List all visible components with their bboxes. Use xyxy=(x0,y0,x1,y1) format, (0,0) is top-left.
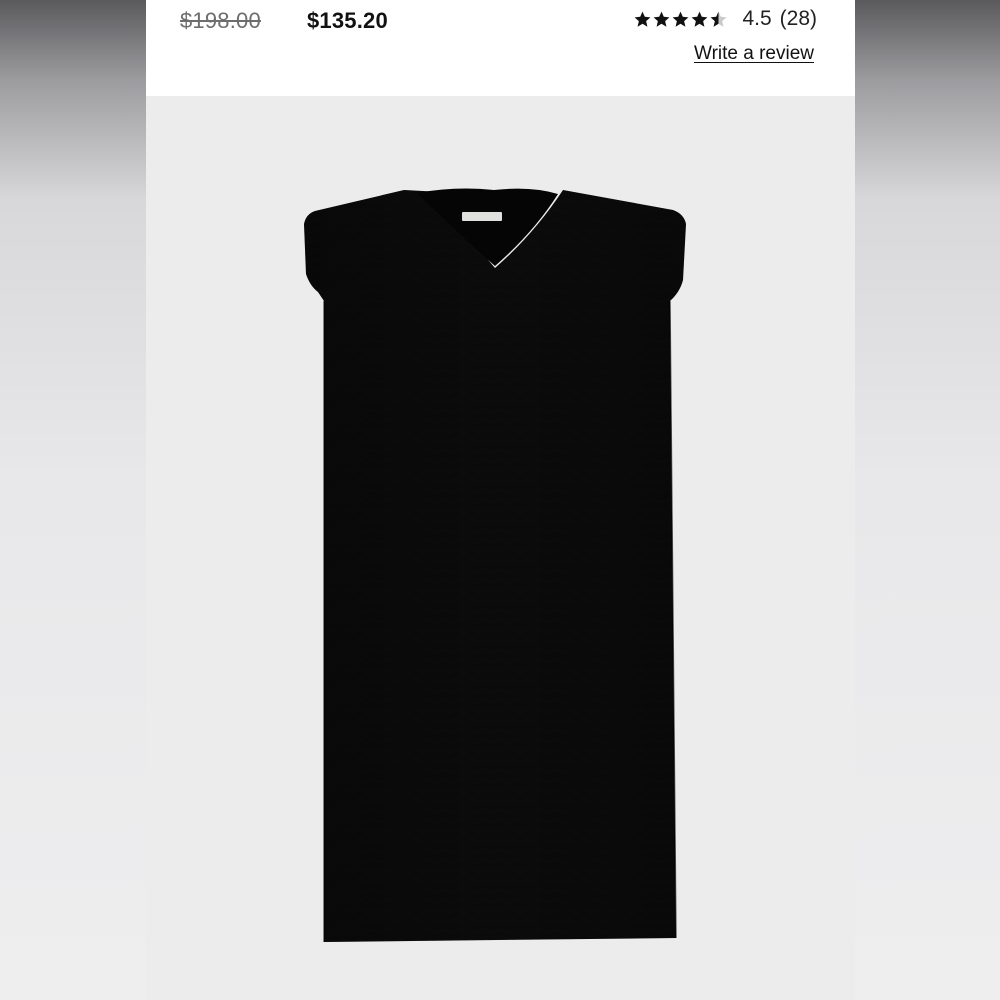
half-star-icon xyxy=(711,11,727,27)
write-review-link[interactable]: Write a review xyxy=(694,43,814,65)
star-icon xyxy=(654,11,670,27)
star-icon xyxy=(635,11,651,27)
dress-photo xyxy=(304,188,686,942)
screenshot-stage: $198.00 $135.20 4.5 (28) Write a review xyxy=(0,0,1000,1000)
review-count: (28) xyxy=(779,7,817,30)
product-screen: $198.00 $135.20 4.5 (28) Write a review xyxy=(146,0,855,1000)
left-backdrop xyxy=(0,0,146,1000)
star-icon xyxy=(692,11,708,27)
rating-value: 4.5 xyxy=(742,7,772,30)
star-rating xyxy=(633,10,728,29)
sale-price: $135.20 xyxy=(307,8,388,33)
garment-label xyxy=(462,212,502,221)
rating-summary[interactable]: 4.5 (28) xyxy=(633,7,817,31)
star-icon xyxy=(673,11,689,27)
original-price: $198.00 xyxy=(180,8,261,33)
right-backdrop xyxy=(855,0,1000,1000)
price-rating-bar: $198.00 $135.20 4.5 (28) Write a review xyxy=(146,0,855,96)
product-image[interactable] xyxy=(146,96,855,1000)
